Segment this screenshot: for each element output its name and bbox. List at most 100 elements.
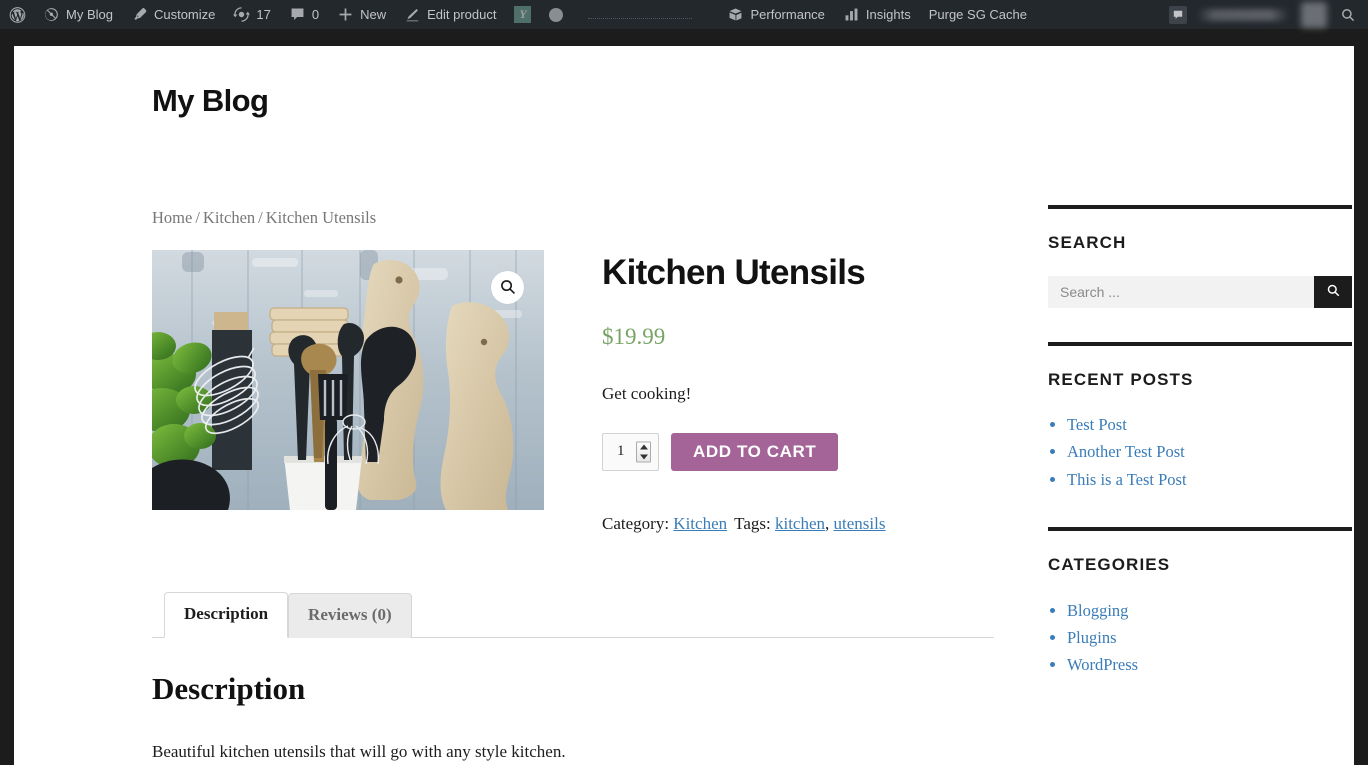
product-summary-wrap: Kitchen Utensils $19.99 Get cooking! 1 A… xyxy=(152,249,994,537)
breadcrumb-separator: / xyxy=(258,208,263,228)
list-item: Blogging xyxy=(1067,598,1352,624)
recent-posts-list: Test Post Another Test Post This is a Te… xyxy=(1048,412,1352,493)
tab-reviews-label[interactable]: Reviews (0) xyxy=(289,594,411,637)
search-icon xyxy=(1326,283,1341,301)
wp-admin-bar: My Blog Customize 17 0 New Edit product … xyxy=(0,0,1368,29)
category-link-wordpress[interactable]: WordPress xyxy=(1067,655,1138,674)
admin-bar-edit-product[interactable]: Edit product xyxy=(395,0,505,29)
admin-bar-updates[interactable]: 17 xyxy=(224,0,279,29)
site-title[interactable]: My Blog xyxy=(152,82,1286,119)
quantity-spinner-icon[interactable] xyxy=(636,441,651,463)
tab-panel-heading: Description xyxy=(152,670,306,706)
plus-icon xyxy=(337,6,354,23)
product-summary: Kitchen Utensils $19.99 Get cooking! 1 A… xyxy=(602,250,994,537)
product-price: $19.99 xyxy=(602,323,666,349)
breadcrumb: Home / Kitchen / Kitchen Utensils xyxy=(152,205,994,231)
tab-list: Description Reviews (0) xyxy=(152,591,994,638)
tab-description[interactable]: Description xyxy=(164,592,289,638)
breadcrumb-separator: / xyxy=(195,208,200,228)
spinner-down-arrow-icon[interactable] xyxy=(639,454,648,460)
tab-reviews[interactable]: Reviews (0) xyxy=(288,593,412,638)
admin-bar-performance[interactable]: Performance xyxy=(718,0,833,29)
product-tag-link-kitchen[interactable]: kitchen xyxy=(775,514,825,533)
product-title: Kitchen Utensils xyxy=(602,252,866,292)
spinner-up-arrow-icon[interactable] xyxy=(639,444,648,450)
performance-icon xyxy=(727,6,744,23)
tab-description-label[interactable]: Description xyxy=(165,593,287,636)
widget-recent-posts-title: RECENT POSTS xyxy=(1048,369,1194,389)
sidebar: SEARCH RECENT POSTS Test Post xyxy=(1048,205,1352,713)
admin-bar-customize-label: Customize xyxy=(153,6,216,22)
product-tags-group: Tags: kitchen, utensils xyxy=(734,514,885,533)
widget-search: SEARCH xyxy=(1048,205,1352,308)
list-item: Plugins xyxy=(1067,625,1352,651)
admin-bar-site-name[interactable]: My Blog xyxy=(34,0,122,29)
breadcrumb-link-kitchen[interactable]: Kitchen xyxy=(203,208,255,227)
product-image-zoom-button[interactable] xyxy=(491,270,524,304)
list-item: This is a Test Post xyxy=(1067,467,1352,493)
category-link-plugins[interactable]: Plugins xyxy=(1067,628,1117,647)
widget-search-title: SEARCH xyxy=(1048,233,1127,253)
site-header: My Blog xyxy=(82,46,1286,119)
widget-categories: CATEGORIES Blogging Plugins WordPress xyxy=(1048,527,1352,679)
paintbrush-icon xyxy=(131,6,148,23)
admin-bar-wordpress-logo[interactable] xyxy=(0,0,34,29)
search-submit-button[interactable] xyxy=(1314,275,1352,308)
admin-bar-search-toggle[interactable] xyxy=(1339,0,1368,29)
tab-panel-body: Beautiful kitchen utensils that will go … xyxy=(152,742,566,762)
admin-bar-comments-count: 0 xyxy=(311,7,320,22)
admin-bar-notifications[interactable] xyxy=(1159,0,1197,29)
admin-bar-comments[interactable]: 0 xyxy=(280,0,328,29)
tag-separator: , xyxy=(825,513,834,533)
widget-recent-posts: RECENT POSTS Test Post Another Test Post… xyxy=(1048,341,1352,494)
product-tabs: Description Reviews (0) Description Beau… xyxy=(152,591,994,764)
recent-post-link-2[interactable]: Another Test Post xyxy=(1067,442,1185,461)
comment-bubble-icon xyxy=(289,6,306,23)
admin-bar-insights[interactable]: Insights xyxy=(834,0,920,29)
add-to-cart-button[interactable]: ADD TO CART xyxy=(671,432,839,471)
list-item: WordPress xyxy=(1067,652,1352,678)
tags-label: Tags: xyxy=(734,513,771,533)
category-link-blogging[interactable]: Blogging xyxy=(1067,601,1128,620)
gray-status-dot-icon xyxy=(549,7,564,22)
product-image[interactable] xyxy=(152,249,544,510)
breadcrumb-current: Kitchen Utensils xyxy=(265,208,377,228)
admin-bar-insights-label: Insights xyxy=(865,6,911,22)
product-short-description: Get cooking! xyxy=(602,384,692,404)
admin-bar-yoast-seo[interactable]: Y xyxy=(505,0,540,29)
admin-bar-new-content[interactable]: New xyxy=(328,0,395,29)
widget-categories-title: CATEGORIES xyxy=(1048,555,1171,575)
admin-bar-edit-product-label: Edit product xyxy=(427,6,497,22)
admin-bar-account-area xyxy=(1159,0,1368,29)
admin-bar-customize[interactable]: Customize xyxy=(122,0,224,29)
admin-bar-dotted-divider xyxy=(588,18,693,19)
recent-post-link-1[interactable]: Test Post xyxy=(1067,415,1127,434)
product-category-link[interactable]: Kitchen xyxy=(673,514,727,533)
avatar xyxy=(1301,1,1327,28)
search-icon xyxy=(1339,6,1356,23)
categories-list: Blogging Plugins WordPress xyxy=(1048,598,1352,679)
product-category-group: Category: Kitchen xyxy=(602,514,727,533)
main-content: Home / Kitchen / Kitchen Utensils Kitche… xyxy=(152,205,994,764)
recent-post-link-3[interactable]: This is a Test Post xyxy=(1067,470,1187,489)
admin-bar-my-account[interactable] xyxy=(1197,0,1339,29)
admin-bar-purge-sg-cache[interactable]: Purge SG Cache xyxy=(920,0,1036,29)
pencil-icon xyxy=(404,6,421,23)
product-image-art xyxy=(152,249,544,510)
updates-icon xyxy=(233,6,251,23)
yoast-seo-icon: Y xyxy=(514,6,532,23)
product-meta: Category: Kitchen Tags: kitchen, utensils xyxy=(602,511,994,537)
admin-bar-purge-sg-cache-label: Purge SG Cache xyxy=(928,6,1027,22)
site-inner: My Blog Home / Kitchen / Kitchen Utensils xyxy=(82,46,1352,765)
search-form xyxy=(1048,275,1352,308)
insights-bars-icon xyxy=(843,6,860,23)
admin-bar-status-dot[interactable] xyxy=(540,0,572,29)
quantity-stepper[interactable] xyxy=(602,432,659,471)
breadcrumb-link-home[interactable]: Home xyxy=(152,208,192,227)
wordpress-logo-icon xyxy=(9,6,26,23)
category-label: Category: xyxy=(602,513,670,533)
account-name-redacted xyxy=(1197,8,1289,21)
page-container: My Blog Home / Kitchen / Kitchen Utensils xyxy=(14,46,1354,765)
product-tag-link-utensils[interactable]: utensils xyxy=(834,514,886,533)
search-input[interactable] xyxy=(1048,275,1314,308)
